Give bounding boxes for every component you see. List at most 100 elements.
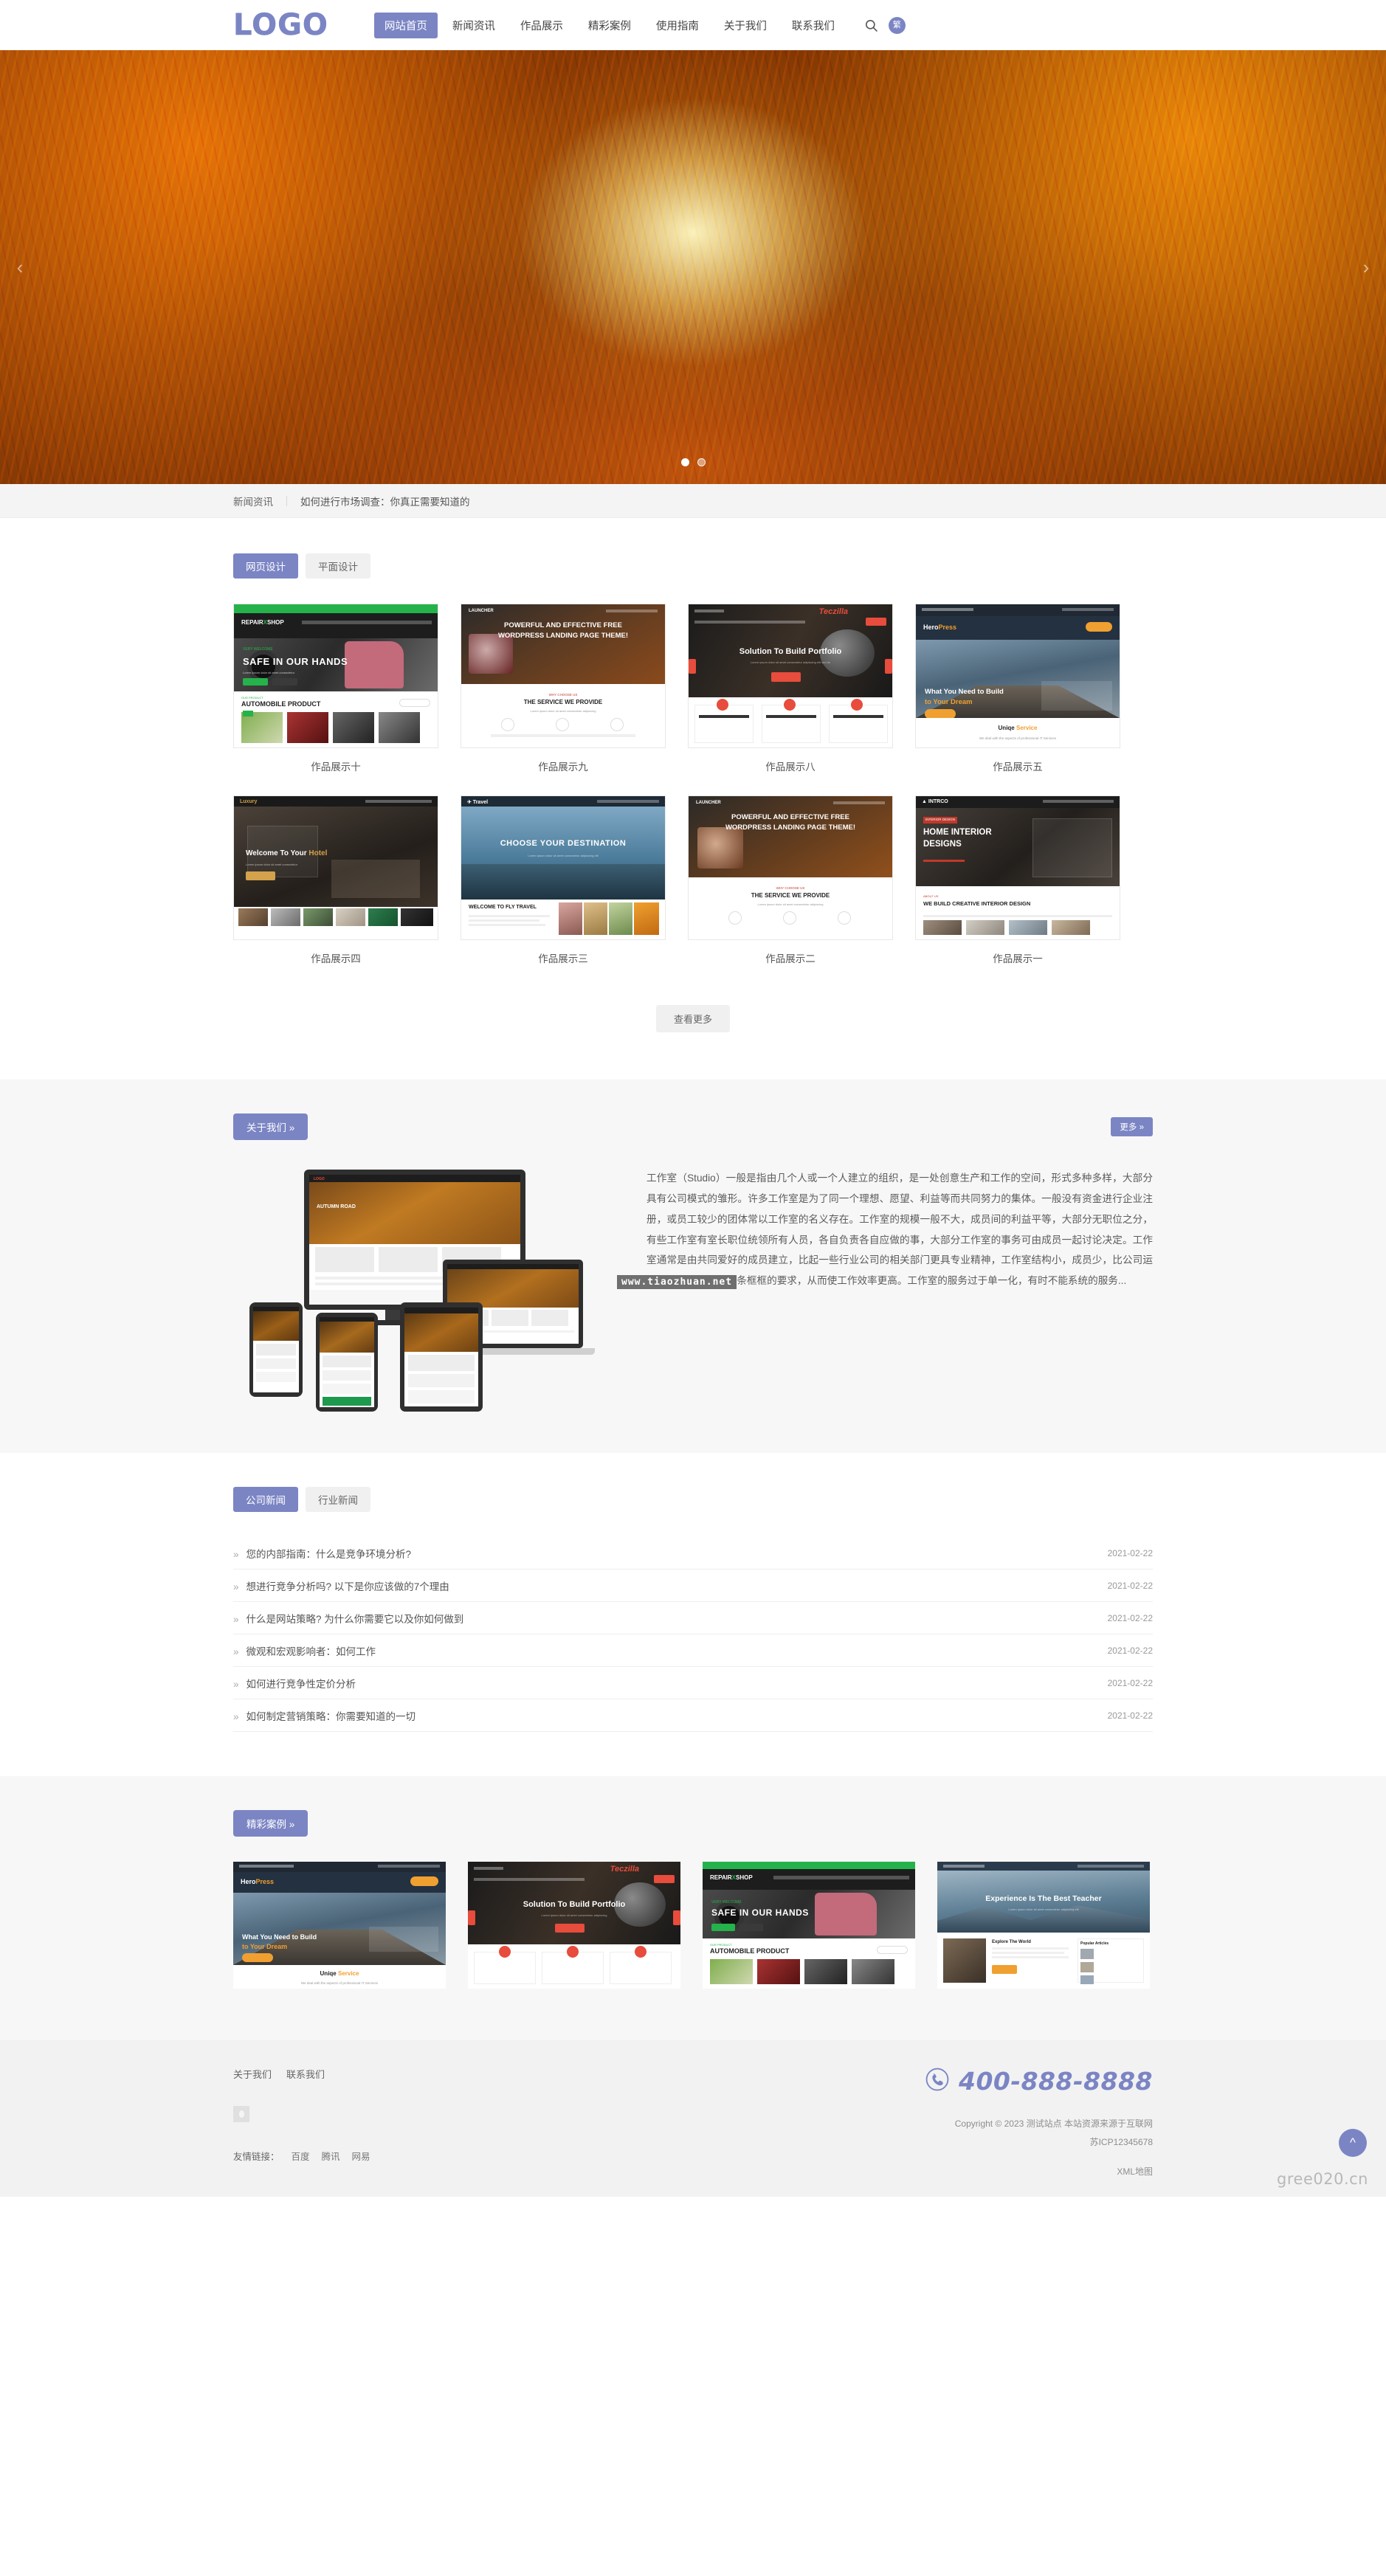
nav-item-contact[interactable]: 联系我们 bbox=[782, 13, 845, 38]
portfolio-more-button[interactable]: 查看更多 bbox=[655, 1005, 730, 1032]
news-list-item[interactable]: 什么是网站策略? 为什么你需要它以及你如何做到 2021-02-22 bbox=[233, 1602, 1153, 1634]
hero-prev-arrow[interactable]: ‹ bbox=[10, 251, 30, 283]
hero-next-arrow[interactable]: › bbox=[1356, 251, 1376, 283]
nav-item-cases[interactable]: 精彩案例 bbox=[578, 13, 641, 38]
nav-item-works[interactable]: 作品展示 bbox=[510, 13, 573, 38]
footer-phone-number[interactable]: 400-888-8888 bbox=[959, 2067, 1153, 2096]
news-title[interactable]: 微观和宏观影响者：如何工作 bbox=[233, 1643, 376, 1658]
portfolio-caption: 作品展示五 bbox=[993, 762, 1043, 773]
back-to-top-button[interactable]: ^ bbox=[1339, 2129, 1367, 2158]
language-toggle-badge[interactable]: 繁 bbox=[888, 16, 906, 34]
nav-item-about[interactable]: 关于我们 bbox=[714, 13, 777, 38]
about-device-mockup-image: LOGO AUTUMN ROAD bbox=[233, 1165, 617, 1412]
portfolio-thumbnail[interactable]: HeroPress What You Need to Build to Your … bbox=[915, 604, 1120, 748]
site-header: LOGO 网站首页 新闻资讯 作品展示 精彩案例 使用指南 关于我们 联系我们 … bbox=[0, 0, 1386, 50]
portfolio-section: 网页设计 平面设计 REPAIRXSHOP SAFE IN OUR HANDS bbox=[0, 518, 1386, 1080]
news-section: 公司新闻 行业新闻 您的内部指南：什么是竞争环境分析? 2021-02-22 想… bbox=[0, 1453, 1386, 1776]
about-title-button[interactable]: 关于我们 » bbox=[233, 1113, 308, 1140]
portfolio-thumbnail[interactable]: POWERFUL AND EFFECTIVE FREE WORDPRESS LA… bbox=[461, 604, 666, 748]
news-date: 2021-02-22 bbox=[1107, 1677, 1153, 1688]
friend-link-baidu[interactable]: 百度 bbox=[292, 2149, 310, 2163]
hero-dot-2[interactable] bbox=[697, 458, 706, 466]
portfolio-thumbnail[interactable]: POWERFUL AND EFFECTIVE FREE WORDPRESS LA… bbox=[688, 795, 893, 940]
case-thumbnail[interactable]: Experience Is The Best Teacher Lorem ips… bbox=[937, 1862, 1150, 1989]
ticker-divider bbox=[286, 495, 287, 506]
news-tab-company[interactable]: 公司新闻 bbox=[233, 1487, 298, 1512]
portfolio-thumbnail[interactable]: ✈ Travel CHOOSE YOUR DESTINATION Lorem i… bbox=[461, 795, 666, 940]
news-title[interactable]: 如何进行竞争性定价分析 bbox=[233, 1676, 356, 1691]
portfolio-tabs: 网页设计 平面设计 bbox=[233, 553, 1162, 579]
case-thumbnail[interactable]: HeroPress What You Need to Build to Your … bbox=[233, 1862, 446, 1989]
portfolio-item[interactable]: Luxury Welcome To Your Hotel Lorem ipsum… bbox=[233, 795, 438, 965]
friend-link-tencent[interactable]: 腾讯 bbox=[322, 2149, 340, 2163]
friend-links-label: 友情链接： bbox=[233, 2152, 280, 2162]
portfolio-caption: 作品展示一 bbox=[993, 953, 1043, 964]
case-thumbnail[interactable]: REPAIRXSHOP SAFE IN OUR HANDS VERY WELCO… bbox=[703, 1862, 915, 1989]
news-list-item[interactable]: 想进行竞争分析吗? 以下是你应该做的7个理由 2021-02-22 bbox=[233, 1570, 1153, 1602]
footer-xml-sitemap-link[interactable]: XML地图 bbox=[925, 2165, 1153, 2178]
hero-dot-1[interactable] bbox=[680, 458, 689, 466]
search-icon[interactable] bbox=[864, 18, 878, 32]
news-list-item[interactable]: 您的内部指南：什么是竞争环境分析? 2021-02-22 bbox=[233, 1537, 1153, 1570]
news-tab-industry[interactable]: 行业新闻 bbox=[306, 1487, 370, 1512]
news-list: 您的内部指南：什么是竞争环境分析? 2021-02-22 想进行竞争分析吗? 以… bbox=[233, 1537, 1153, 1732]
news-date: 2021-02-22 bbox=[1107, 1710, 1153, 1721]
footer-link-about[interactable]: 关于我们 bbox=[233, 2067, 272, 2081]
nav-item-guide[interactable]: 使用指南 bbox=[646, 13, 709, 38]
portfolio-caption: 作品展示二 bbox=[765, 953, 816, 964]
portfolio-tab-visual[interactable]: 平面设计 bbox=[306, 553, 370, 579]
hero-slider: ‹ › bbox=[0, 50, 1386, 484]
news-title[interactable]: 如何制定营销策略：你需要知道的一切 bbox=[233, 1708, 416, 1723]
portfolio-tab-web[interactable]: 网页设计 bbox=[233, 553, 298, 579]
portfolio-thumbnail[interactable]: ▲ INTRCO INTERIOR DESIGN HOME INTERIOR DE… bbox=[915, 795, 1120, 940]
portfolio-item[interactable]: ▲ INTRCO INTERIOR DESIGN HOME INTERIOR DE… bbox=[915, 795, 1120, 965]
news-date: 2021-02-22 bbox=[1107, 1612, 1153, 1623]
footer-friend-links: 友情链接： 百度 腾讯 网易 bbox=[233, 2149, 370, 2163]
portfolio-caption: 作品展示九 bbox=[538, 762, 588, 773]
main-navigation: 网站首页 新闻资讯 作品展示 精彩案例 使用指南 关于我们 联系我们 bbox=[373, 12, 845, 38]
nav-item-home[interactable]: 网站首页 bbox=[373, 12, 438, 38]
portfolio-item[interactable]: HeroPress What You Need to Build to Your … bbox=[915, 604, 1120, 773]
cases-section: 精彩案例 » HeroPress What You Need to Build t… bbox=[0, 1776, 1386, 2040]
news-title[interactable]: 什么是网站策略? 为什么你需要它以及你如何做到 bbox=[233, 1611, 464, 1626]
portfolio-thumbnail[interactable]: REPAIRXSHOP SAFE IN OUR HANDS VERY WELCO… bbox=[233, 604, 438, 748]
hero-background-image bbox=[0, 50, 1386, 484]
hero-pagination-dots bbox=[0, 458, 1386, 466]
portfolio-item[interactable]: ✈ Travel CHOOSE YOUR DESTINATION Lorem i… bbox=[461, 795, 666, 965]
portfolio-item[interactable]: REPAIRXSHOP SAFE IN OUR HANDS VERY WELCO… bbox=[233, 604, 438, 773]
portfolio-caption: 作品展示三 bbox=[538, 953, 588, 964]
news-list-item[interactable]: 如何进行竞争性定价分析 2021-02-22 bbox=[233, 1667, 1153, 1699]
site-logo[interactable]: LOGO bbox=[233, 10, 328, 41]
news-ticker: 新闻资讯 如何进行市场调查：你真正需要知道的 bbox=[0, 484, 1386, 518]
footer-link-contact[interactable]: 联系我们 bbox=[286, 2067, 325, 2081]
cases-title-button[interactable]: 精彩案例 » bbox=[233, 1810, 308, 1837]
news-list-item[interactable]: 微观和宏观影响者：如何工作 2021-02-22 bbox=[233, 1634, 1153, 1667]
footer-links: 关于我们 联系我们 bbox=[233, 2067, 370, 2081]
portfolio-caption: 作品展示八 bbox=[765, 762, 816, 773]
portfolio-item[interactable]: POWERFUL AND EFFECTIVE FREE WORDPRESS LA… bbox=[688, 795, 893, 965]
news-date: 2021-02-22 bbox=[1107, 1645, 1153, 1656]
portfolio-item[interactable]: POWERFUL AND EFFECTIVE FREE WORDPRESS LA… bbox=[461, 604, 666, 773]
portfolio-caption: 作品展示四 bbox=[311, 953, 361, 964]
about-section: 关于我们 » 更多 » LOGO AUTUMN ROAD 工作室（Studio）… bbox=[0, 1080, 1386, 1453]
portfolio-thumbnail[interactable]: Luxury Welcome To Your Hotel Lorem ipsum… bbox=[233, 795, 438, 940]
about-description: 工作室（Studio）一般是指由几个人或一个人建立的组织，是一处创意生产和工作的… bbox=[647, 1173, 1153, 1287]
portfolio-grid: REPAIRXSHOP SAFE IN OUR HANDS VERY WELCO… bbox=[233, 604, 1162, 965]
about-more-button[interactable]: 更多 » bbox=[1111, 1117, 1153, 1136]
site-footer: 关于我们 联系我们 友情链接： 百度 腾讯 网易 400-888-8888 Co… bbox=[0, 2040, 1386, 2197]
nav-item-news[interactable]: 新闻资讯 bbox=[442, 13, 506, 38]
portfolio-item[interactable]: Teczilla Solution To Build Portfolio Lor… bbox=[688, 604, 893, 773]
portfolio-thumbnail[interactable]: Teczilla Solution To Build Portfolio Lor… bbox=[688, 604, 893, 748]
case-thumbnail[interactable]: Teczilla Solution To Build Portfolio Lor… bbox=[468, 1862, 680, 1989]
footer-icp[interactable]: 苏ICP12345678 bbox=[925, 2133, 1153, 2152]
friend-link-netease[interactable]: 网易 bbox=[352, 2149, 370, 2163]
cases-grid: HeroPress What You Need to Build to Your … bbox=[233, 1862, 1153, 1989]
portfolio-caption: 作品展示十 bbox=[311, 762, 361, 773]
qr-code-icon bbox=[233, 2106, 249, 2122]
phone-icon bbox=[925, 2067, 950, 2096]
news-title[interactable]: 您的内部指南：什么是竞争环境分析? bbox=[233, 1546, 412, 1561]
news-title[interactable]: 想进行竞争分析吗? 以下是你应该做的7个理由 bbox=[233, 1578, 449, 1593]
news-list-item[interactable]: 如何制定营销策略：你需要知道的一切 2021-02-22 bbox=[233, 1699, 1153, 1732]
ticker-headline[interactable]: 如何进行市场调查：你真正需要知道的 bbox=[300, 494, 470, 508]
footer-copyright: Copyright © 2023 测试站点 本站资源来源于互联网 bbox=[954, 2119, 1153, 2129]
